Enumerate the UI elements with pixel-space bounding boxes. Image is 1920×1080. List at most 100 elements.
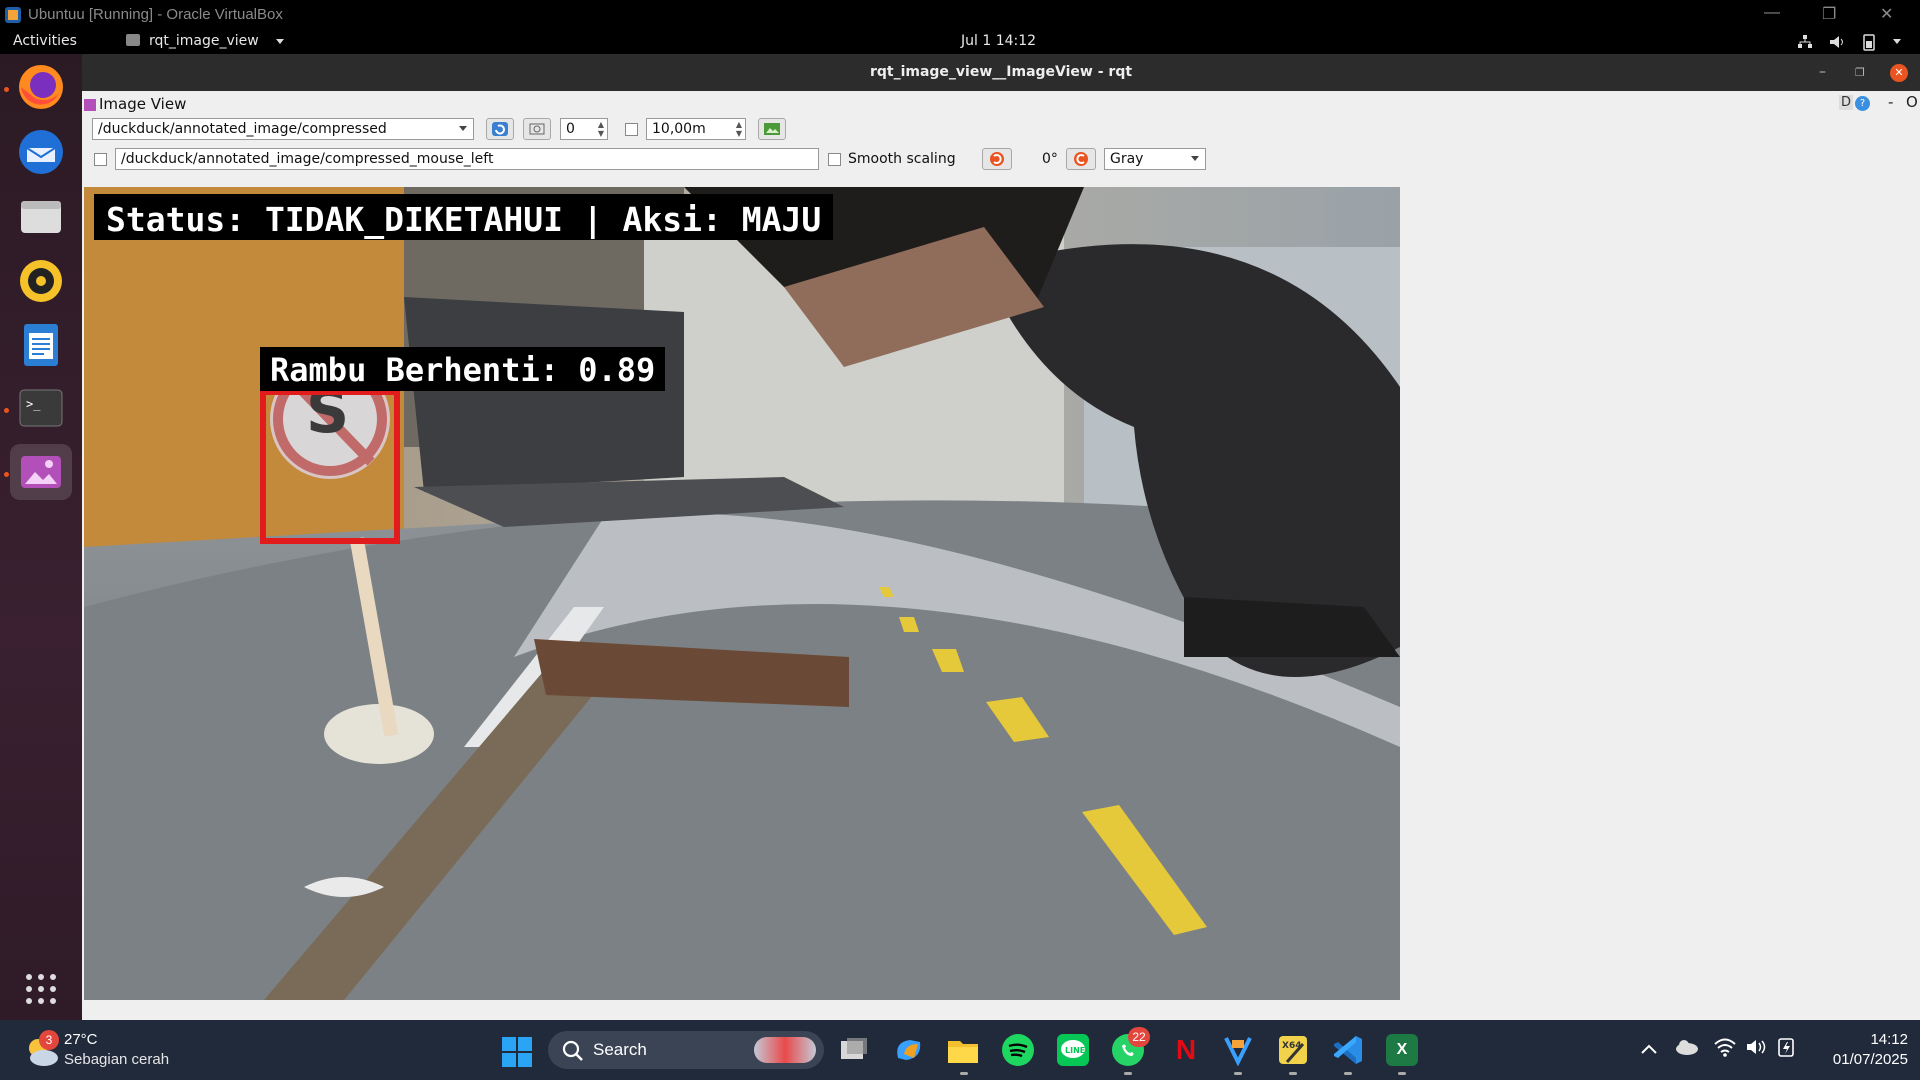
camera-image[interactable]: S Rambu Berhenti: 0.89 Status: TIDAK_DIK… <box>84 187 1400 1000</box>
mouse-topic-field[interactable]: /duckduck/annotated_image/compressed_mou… <box>115 148 819 170</box>
color-scheme-combo[interactable]: Gray <box>1104 148 1206 170</box>
line-icon[interactable]: LINE <box>1057 1034 1089 1066</box>
dynamic-range-checkbox[interactable] <box>625 123 638 136</box>
num-gridlines-spinbox[interactable]: 0 ▲ ▼ <box>560 118 608 140</box>
rotate-left-button[interactable] <box>982 148 1012 170</box>
close-plugin-icon[interactable]: O <box>1906 93 1918 111</box>
rotate-right-button[interactable] <box>1066 148 1096 170</box>
minimize-icon[interactable]: — <box>1764 4 1780 22</box>
running-indicator <box>4 87 9 92</box>
activities-button[interactable]: Activities <box>13 33 77 49</box>
virtualbox-icon <box>5 7 21 23</box>
close-icon[interactable]: ✕ <box>1880 4 1893 24</box>
firefox-icon[interactable] <box>10 59 72 115</box>
taskbar-time[interactable]: 14:12 <box>1844 1031 1908 1048</box>
weather-badge: 3 <box>39 1030 59 1050</box>
wifi-icon[interactable] <box>1714 1037 1736 1057</box>
copilot-icon[interactable] <box>892 1034 924 1066</box>
ubuntu-dock: >_ <box>0 54 82 1020</box>
help-icon[interactable]: ? <box>1855 96 1870 111</box>
file-explorer-icon[interactable] <box>946 1034 978 1066</box>
system-menu-chevron-icon[interactable] <box>1893 39 1901 44</box>
publish-click-checkbox[interactable] <box>94 153 107 166</box>
running-indicator <box>1344 1072 1352 1075</box>
zoom-1-button[interactable] <box>523 118 551 140</box>
gnome-top-bar: Activities rqt_image_view Jul 1 14:12 <box>0 30 1920 54</box>
image-viewer-icon[interactable] <box>10 444 72 500</box>
save-image-button[interactable] <box>758 118 786 140</box>
rhythmbox-icon[interactable] <box>10 253 72 309</box>
rqt-minimize-icon[interactable]: – <box>1819 54 1826 91</box>
smooth-scaling-checkbox[interactable] <box>828 153 841 166</box>
spotify-icon[interactable] <box>1002 1034 1034 1066</box>
network-icon[interactable] <box>1797 34 1813 50</box>
taskbar-date[interactable]: 01/07/2025 <box>1808 1051 1908 1068</box>
libreoffice-writer-icon[interactable] <box>10 317 72 373</box>
volume-icon[interactable] <box>1829 34 1847 50</box>
rqt-window-title: rqt_image_view__ImageView - rqt <box>869 64 1133 80</box>
rqt-window: rqt_image_view__ImageView - rqt – ❐ ✕ Im… <box>82 54 1920 1020</box>
battery-icon[interactable] <box>1862 33 1876 51</box>
virtualbox-window-title: Ubuntuu [Running] - Oracle VirtualBox <box>28 6 283 23</box>
weather-widget[interactable]: 3 <box>24 1030 60 1071</box>
windows-taskbar: 3 27°C Sebagian cerah Search LINE 22 N X… <box>0 1020 1920 1080</box>
weather-temp: 27°C <box>64 1031 98 1048</box>
plugin-controls-button[interactable]: D <box>1839 95 1854 110</box>
running-indicator <box>1398 1072 1406 1075</box>
weather-desc: Sebagian cerah <box>64 1051 170 1068</box>
clock[interactable]: Jul 1 14:12 <box>961 33 1036 49</box>
vscode-icon[interactable] <box>1332 1034 1364 1066</box>
speaker-icon[interactable] <box>1745 1037 1767 1057</box>
running-indicator <box>4 408 9 413</box>
thunderbird-icon[interactable] <box>10 124 72 180</box>
battery-charging-icon[interactable] <box>1776 1036 1796 1058</box>
onedrive-cloud-icon[interactable] <box>1674 1038 1700 1056</box>
netflix-icon[interactable]: N <box>1170 1034 1202 1066</box>
rotation-value: 0° <box>1042 151 1058 167</box>
chevron-down-icon <box>1191 156 1199 161</box>
detection-label: Rambu Berhenti: 0.89 <box>260 347 666 391</box>
rqt-maximize-icon[interactable]: ❐ <box>1855 54 1865 91</box>
running-indicator <box>1124 1072 1132 1075</box>
save-image-icon <box>764 123 780 135</box>
terminal-icon[interactable]: >_ <box>10 380 72 436</box>
running-indicator <box>1234 1072 1242 1075</box>
plugin-title: Image View <box>99 95 187 113</box>
max-distance-spinbox[interactable]: 10,00m ▲ ▼ <box>646 118 746 140</box>
search-box[interactable]: Search <box>548 1031 824 1069</box>
files-icon[interactable] <box>10 189 72 245</box>
excel-icon[interactable]: X <box>1386 1034 1418 1066</box>
mouse-topic-value: /duckduck/annotated_image/compressed_mou… <box>121 151 494 167</box>
xming-icon[interactable]: X64 <box>1277 1034 1309 1066</box>
windows-start-icon[interactable] <box>502 1037 532 1067</box>
rqt-close-icon[interactable]: ✕ <box>1890 64 1908 82</box>
plugin-icon <box>84 99 96 111</box>
spin-arrows-icon: ▲ ▼ <box>597 120 604 138</box>
running-indicator <box>960 1072 968 1075</box>
app-menu-icon <box>126 34 140 46</box>
rotate-right-icon <box>1074 152 1088 166</box>
rotate-left-icon <box>990 152 1004 166</box>
restore-icon[interactable]: ❐ <box>1822 4 1836 24</box>
rqt-title-bar: rqt_image_view__ImageView - rqt – ❐ ✕ <box>82 54 1920 91</box>
chevron-down-icon <box>459 126 467 131</box>
minimize-plugin-icon[interactable]: - <box>1888 93 1893 111</box>
spinbox-value: 0 <box>566 121 575 137</box>
refresh-button[interactable] <box>486 118 514 140</box>
task-view-icon[interactable] <box>838 1034 870 1066</box>
smooth-scaling-label: Smooth scaling <box>848 151 956 167</box>
search-highlight-image <box>754 1037 816 1063</box>
virtualbox-title-bar: Ubuntuu [Running] - Oracle VirtualBox — … <box>0 0 1920 30</box>
app-menu-button[interactable]: rqt_image_view <box>149 33 259 49</box>
topic-combo[interactable]: /duckduck/annotated_image/compressed <box>92 118 474 140</box>
running-indicator <box>4 472 9 477</box>
chevron-up-icon[interactable] <box>1640 1042 1658 1056</box>
search-label: Search <box>593 1040 647 1059</box>
show-apps-grid-icon[interactable] <box>24 972 58 1006</box>
virtualbox-taskbar-icon[interactable] <box>1222 1034 1254 1066</box>
zoom-icon <box>529 123 545 135</box>
camera-scene <box>84 187 1400 1000</box>
whatsapp-badge: 22 <box>1128 1027 1150 1047</box>
color-scheme-value: Gray <box>1110 151 1144 167</box>
chevron-down-icon <box>276 39 284 44</box>
